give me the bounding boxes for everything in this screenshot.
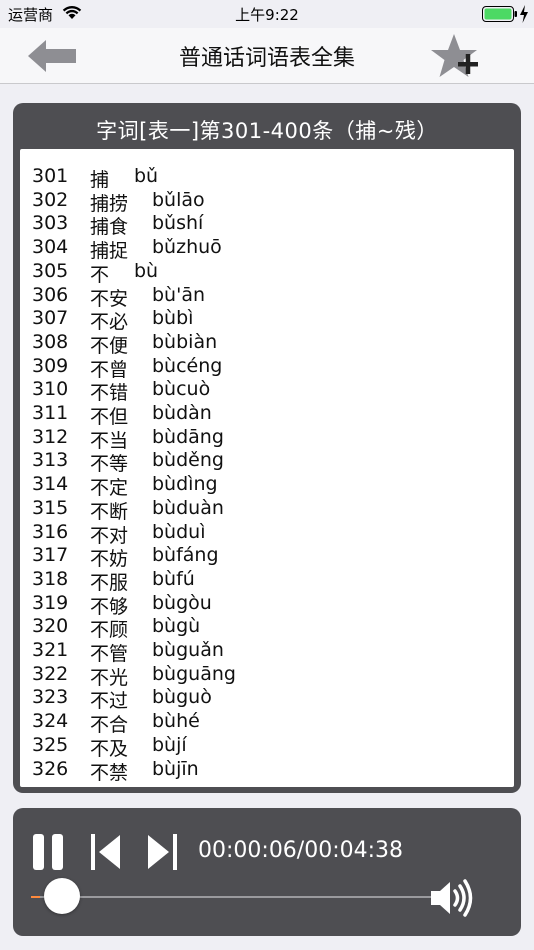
progress-thumb[interactable] [43,878,80,914]
item-pinyin: bǔlāo [152,188,205,211]
item-pinyin: bùfú [152,567,195,590]
audio-player: 00:00:06/00:04:38 [13,808,521,936]
star-add-icon[interactable] [428,32,484,80]
skip-back-icon[interactable] [89,832,123,872]
item-number: 303 [32,212,69,235]
item-pinyin: bùdìng [152,473,218,496]
item-pinyin: bùdàn [152,402,212,424]
item-pinyin: bùguǎn [152,639,224,661]
item-pinyin: bǔzhuō [152,236,222,259]
progress-slider[interactable] [31,896,431,898]
item-number: 309 [32,354,69,377]
item-number: 319 [32,591,69,614]
item-pinyin: bǔshí [152,212,204,235]
item-number: 308 [32,330,69,353]
item-number: 315 [32,496,69,519]
item-number: 312 [32,425,69,448]
item-pinyin: bùhé [152,710,200,733]
nav-bar: 普通话词语表全集 [0,28,534,84]
item-number: 317 [32,544,69,567]
item-pinyin: bù'ān [152,283,206,306]
item-number: 318 [32,567,69,590]
battery-icon [482,6,517,22]
item-pinyin: bùjīn [152,757,199,780]
item-number: 306 [32,283,69,306]
item-pinyin: bùguò [152,686,212,709]
app-screen: 运营商 上午9:22 普通话词语表全集 字词[表一]第301-400条（捕~残） [0,0,534,950]
item-number: 304 [32,236,69,259]
item-pinyin: bùjí [152,733,187,756]
item-number: 316 [32,520,69,543]
item-pinyin: bùgòu [152,591,212,614]
item-number: 324 [32,710,69,733]
item-number: 314 [32,473,69,496]
item-number: 313 [32,449,69,472]
pause-icon[interactable] [31,832,67,872]
item-pinyin: bù [134,259,159,282]
item-number: 310 [32,378,69,401]
item-number: 311 [32,402,69,424]
item-pinyin: bùduàn [152,496,224,519]
item-pinyin: bùcuò [152,378,211,401]
item-number: 307 [32,307,69,330]
item-pinyin: bùfáng [152,544,219,567]
charging-icon [520,5,528,23]
item-number: 321 [32,639,69,661]
item-number: 301 [32,165,69,187]
word-list[interactable]: 301 捕 bǔ 302 捕捞 bǔlāo 303 捕食 bǔshí 304 捕捉 bǔzhuō 305… [20,149,514,787]
item-pinyin: bǔ [134,165,159,187]
item-pinyin: bùguāng [152,662,236,685]
item-pinyin: bùduì [152,520,206,543]
item-number: 323 [32,686,69,709]
item-number: 325 [32,733,69,756]
progress-fill [31,896,40,898]
item-number: 322 [32,662,69,685]
item-hanzi: 不禁 [90,761,129,784]
volume-icon[interactable] [429,878,477,918]
status-bar: 运营商 上午9:22 [0,0,534,28]
item-pinyin: bùcéng [152,354,223,377]
time-readout: 00:00:06/00:04:38 [198,838,404,863]
item-number: 305 [32,259,69,282]
item-pinyin: bùdāng [152,425,224,448]
word-list-card: 字词[表一]第301-400条（捕~残） 301 捕 bǔ 302 捕捞 bǔlāo 303… [13,103,521,793]
item-pinyin: bùbiàn [152,330,218,353]
clock-label: 上午9:22 [235,6,299,24]
item-number: 326 [32,757,69,780]
item-pinyin: bùděng [152,449,224,472]
item-number: 302 [32,188,69,211]
list-title: 字词[表一]第301-400条（捕~残） [96,119,438,143]
item-pinyin: bùgù [152,615,201,638]
item-pinyin: bùbì [152,307,194,330]
skip-forward-icon[interactable] [145,832,179,872]
item-number: 320 [32,615,69,638]
